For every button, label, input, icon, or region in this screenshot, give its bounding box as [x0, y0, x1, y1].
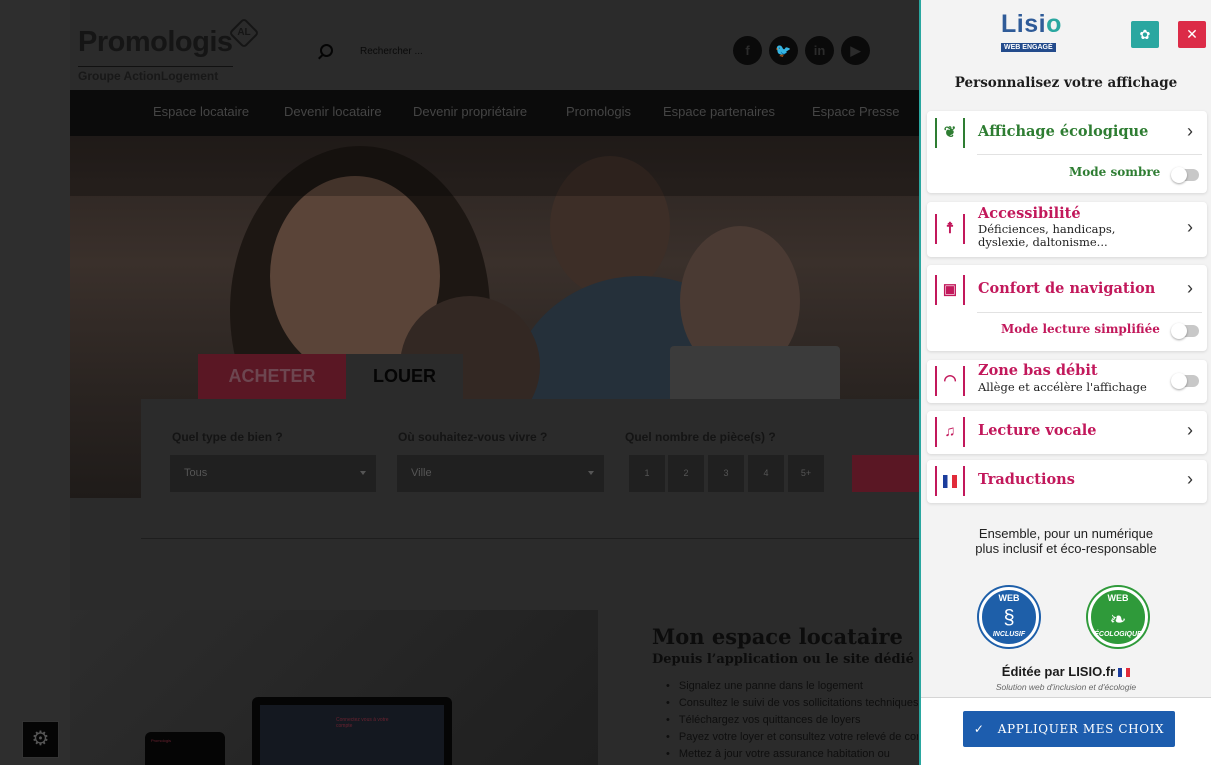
low-bandwidth-toggle[interactable] [1171, 373, 1199, 389]
accessibility-toggle-button[interactable]: ⚙ [22, 721, 59, 758]
panel-footer: ✓ APPLIQUER MES CHOIX [921, 697, 1211, 765]
location-label: Où souhaitez-vous vivre ? [398, 430, 548, 444]
site-logo[interactable]: Promologis [78, 26, 233, 59]
left-margin [0, 0, 70, 765]
flag-icon [935, 466, 965, 496]
apply-choices-button[interactable]: ✓ APPLIQUER MES CHOIX [963, 711, 1175, 747]
rooms-label: Quel nombre de pièce(s) ? [625, 430, 776, 444]
tagline-line-2: plus inclusif et éco-responsable [975, 541, 1157, 556]
simplified-reading-label: Mode lecture simplifiée [1001, 322, 1160, 336]
nav-promologis[interactable]: Promologis [566, 104, 631, 119]
accessibility-icon: ☨ [935, 214, 965, 244]
card-title-comfort[interactable]: Confort de navigation [978, 280, 1155, 297]
logo-subtitle: Groupe ActionLogement [78, 66, 233, 83]
edited-by: Éditée par LISIO.fr [921, 664, 1211, 679]
check-icon: ✓ [973, 722, 985, 736]
card-desc-accessibility: Déficiences, handicaps, dyslexie, dalton… [978, 222, 1116, 249]
dark-mode-label: Mode sombre [1069, 165, 1161, 179]
facebook-icon[interactable]: f [733, 36, 762, 65]
card-title-translate: Traductions [978, 471, 1075, 488]
tab-acheter[interactable]: ACHETER [198, 354, 346, 399]
laptop-mockup: Connectez vous à votre compte [252, 697, 452, 765]
dark-mode-toggle[interactable] [1171, 167, 1199, 183]
list-item: Consultez le suivi de vos sollicitations… [666, 695, 918, 712]
french-flag-icon [1118, 668, 1131, 678]
list-item: Payez votre loyer et consultez votre rel… [666, 729, 918, 746]
card-lecture-vocale[interactable]: ♫ Lecture vocale › [927, 411, 1207, 454]
lisio-wordmark: Lisio [1001, 10, 1062, 38]
room-option-1[interactable]: 1 [629, 455, 665, 492]
chevron-right-icon[interactable]: › [1187, 217, 1193, 238]
card-title-voice: Lecture vocale [978, 422, 1097, 439]
hummingbird-icon: ❧ [1109, 609, 1127, 631]
nav-espace-presse[interactable]: Espace Presse [812, 104, 899, 119]
chevron-right-icon[interactable]: › [1187, 469, 1193, 490]
lisio-tagline: WEB ENGAGÉ [1001, 43, 1056, 52]
lisio-panel: Lisio WEB ENGAGÉ ✿ ✕ Personnalisez votre… [919, 0, 1211, 765]
tenant-section-subtitle: Depuis l’application ou le site dédié [652, 652, 914, 667]
type-label: Quel type de bien ? [172, 430, 283, 444]
tenant-feature-list: Signalez une panne dans le logement Cons… [666, 678, 918, 763]
gear-icon: ✿ [1139, 27, 1151, 42]
card-zone-bas-debit: ◠ Zone bas débit Allège et accélère l'af… [927, 360, 1207, 403]
card-title-eco[interactable]: Affichage écologique [978, 123, 1148, 140]
seahorse-icon: § [1003, 607, 1015, 629]
card-title-accessibility: Accessibilité [978, 205, 1081, 222]
leaf-icon: ❦ [935, 118, 965, 148]
web-inclusif-badge: WEB § INCLUSIF [979, 587, 1039, 647]
card-traductions[interactable]: Traductions › [927, 460, 1207, 503]
panel-heading: Personnalisez votre affichage [954, 75, 1178, 91]
headphones-icon: ♫ [935, 417, 965, 447]
divider [141, 538, 919, 539]
wifi-icon: ◠ [935, 366, 965, 396]
panel-settings-button[interactable]: ✿ [1131, 21, 1159, 48]
card-affichage-ecologique: ❦ Affichage écologique › Mode sombre [927, 111, 1207, 193]
solution-caption: Solution web d'inclusion et d'écologie [995, 682, 1137, 692]
list-item: Mettez à jour votre assurance habitation… [666, 746, 918, 763]
tab-louer[interactable]: LOUER [346, 354, 463, 399]
card-accessibilite[interactable]: ☨ Accessibilité Déficiences, handicaps, … [927, 202, 1207, 257]
website-background: Promologis AL Groupe ActionLogement Rech… [0, 0, 919, 765]
laptop-screen-text: Connectez vous à votre compte [336, 717, 389, 729]
tablet-mockup: Promologis [145, 732, 225, 765]
card-desc-lowbw: Allège et accélère l'affichage [978, 380, 1147, 394]
tagline-line-1: Ensemble, pour un numérique [978, 526, 1154, 541]
tablet-logo: Promologis [151, 738, 172, 743]
simplified-reading-toggle[interactable] [1171, 323, 1199, 339]
divider [977, 154, 1202, 155]
linkedin-icon[interactable]: in [805, 36, 834, 65]
search-input[interactable]: Rechercher ... [360, 46, 423, 57]
nav-devenir-proprietaire[interactable]: Devenir propriétaire [413, 104, 527, 119]
tenant-section-title: Mon espace locataire [652, 624, 903, 649]
room-option-2[interactable]: 2 [668, 455, 704, 492]
nav-espace-partenaires[interactable]: Espace partenaires [663, 104, 775, 119]
panel-close-button[interactable]: ✕ [1178, 21, 1206, 48]
property-type-select[interactable]: Tous [170, 455, 376, 492]
room-option-3[interactable]: 3 [708, 455, 744, 492]
youtube-icon[interactable]: ▶ [841, 36, 870, 65]
web-ecologique-badge: WEB ❧ ÉCOLOGIQUE [1088, 587, 1148, 647]
close-icon: ✕ [1186, 26, 1198, 42]
nav-devenir-locataire[interactable]: Devenir locataire [284, 104, 382, 119]
lisio-logo: Lisio WEB ENGAGÉ [1001, 12, 1081, 54]
panel-tagline: Ensemble, pour un numérique plus inclusi… [921, 526, 1211, 556]
room-option-5plus[interactable]: 5+ [788, 455, 824, 492]
divider [977, 312, 1202, 313]
search-submit-button[interactable] [852, 455, 919, 492]
screen-icon: ▣ [935, 275, 965, 305]
list-item: Signalez une panne dans le logement [666, 678, 918, 695]
card-confort-navigation: ▣ Confort de navigation › Mode lecture s… [927, 265, 1207, 351]
location-select[interactable]: Ville [397, 455, 604, 492]
card-title-lowbw: Zone bas débit [978, 362, 1098, 379]
room-option-4[interactable]: 4 [748, 455, 784, 492]
chevron-right-icon[interactable]: › [1187, 278, 1193, 299]
gear-icon: ⚙ [31, 728, 50, 750]
list-item: Téléchargez vos quittances de loyers [666, 712, 918, 729]
nav-espace-locataire[interactable]: Espace locataire [153, 104, 249, 119]
search-icon[interactable] [320, 44, 333, 57]
twitter-icon[interactable]: 🐦 [769, 36, 798, 65]
chevron-right-icon[interactable]: › [1187, 121, 1193, 142]
chevron-right-icon[interactable]: › [1187, 420, 1193, 441]
